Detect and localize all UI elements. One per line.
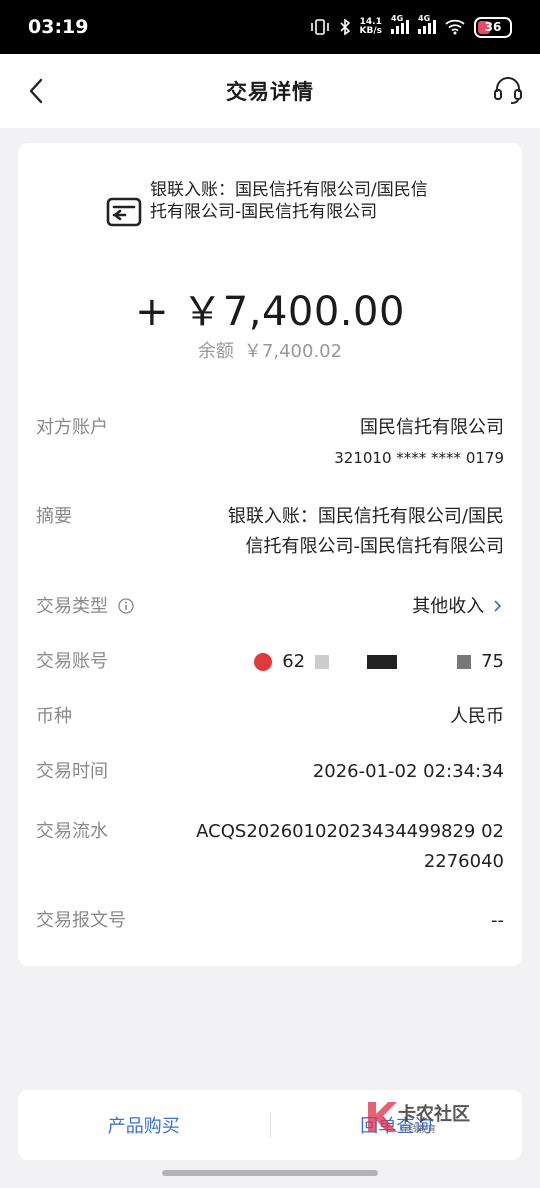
- serial-row: 交易流水 ACQS20260102023434499829 02 2276040: [36, 817, 504, 877]
- account-row: 交易账号 62 75: [36, 647, 504, 677]
- counterparty-name: 国民信托有限公司: [360, 417, 504, 438]
- summary-value: 银联入账：国民信托有限公司/国民 信托有限公司-国民信托有限公司: [228, 502, 504, 562]
- bottom-action-bar: 产品购买 回单查询: [18, 1090, 522, 1160]
- counterparty-account: 321010 **** **** 0179: [334, 449, 504, 467]
- counterparty-value: 国民信托有限公司 321010 **** **** 0179: [334, 413, 504, 473]
- bluetooth-icon: [339, 19, 350, 35]
- receipt-query-button[interactable]: 回单查询: [271, 1112, 523, 1138]
- account-start: 62: [282, 651, 306, 672]
- status-time: 03:19: [28, 16, 89, 38]
- page-title: 交易详情: [226, 80, 314, 104]
- battery-level: 36: [484, 20, 502, 34]
- status-icons: 14.1 KB/s 4G 4G 36: [310, 14, 512, 38]
- headset-icon[interactable]: [492, 74, 524, 106]
- signal-icon: 4G: [418, 14, 436, 34]
- info-icon[interactable]: [118, 598, 134, 614]
- type-row: 交易类型 其他收入: [36, 592, 504, 622]
- type-label-wrap: 交易类型: [36, 592, 134, 622]
- transaction-amount: + ￥7,400.00: [135, 289, 405, 335]
- signal-icon: 4G: [391, 14, 409, 34]
- redaction-block: [367, 655, 398, 669]
- currency-label: 币种: [36, 706, 72, 727]
- message-no-value: --: [491, 910, 504, 931]
- transaction-description: 银联入账：国民信托有限公司/国民信托有限公司-国民信托有限公司: [150, 180, 428, 222]
- account-value: 62 75: [254, 647, 504, 681]
- currency-value: 人民币: [450, 706, 504, 727]
- balance-label: 余额: [197, 341, 234, 362]
- summary-label: 摘要: [36, 506, 72, 527]
- counterparty-label: 对方账户: [36, 417, 108, 438]
- battery-icon: 36: [474, 16, 512, 38]
- type-label: 交易类型: [36, 596, 108, 617]
- currency-row: 币种 人民币: [36, 702, 504, 732]
- type-value: 其他收入: [412, 596, 485, 617]
- time-label: 交易时间: [36, 761, 108, 782]
- account-label: 交易账号: [36, 651, 108, 672]
- wifi-icon: [445, 19, 465, 35]
- serial-line1: ACQS20260102023434499829 02: [196, 821, 504, 842]
- serial-value: ACQS20260102023434499829 02 2276040: [196, 817, 504, 877]
- chevron-left-icon[interactable]: [22, 76, 52, 106]
- summary-line2: 信托有限公司-国民信托有限公司: [245, 536, 505, 557]
- message-no-label: 交易报文号: [36, 910, 126, 931]
- chevron-right-icon: [494, 600, 502, 612]
- unionpay-icon: [254, 653, 273, 671]
- status-bar: 03:19 14.1 KB/s 4G 4G 36: [0, 0, 540, 54]
- transaction-type-link[interactable]: 其他收入: [412, 592, 504, 622]
- serial-line2: 2276040: [423, 851, 504, 872]
- redaction-block: [315, 655, 330, 669]
- account-end: 75: [481, 651, 504, 672]
- time-row: 交易时间 2026-01-02 02:34:34: [36, 757, 504, 787]
- vibrate-icon: [310, 19, 329, 35]
- product-purchase-button[interactable]: 产品购买: [18, 1112, 270, 1138]
- counterparty-row: 对方账户 国民信托有限公司 321010 **** **** 0179: [36, 413, 504, 473]
- redaction-block: [457, 655, 472, 669]
- transaction-card: 银联入账：国民信托有限公司/国民信托有限公司-国民信托有限公司 + ￥7,400…: [18, 143, 522, 966]
- time-value: 2026-01-02 02:34:34: [312, 761, 504, 782]
- message-no-row: 交易报文号 --: [36, 906, 504, 936]
- summary-line1: 银联入账：国民信托有限公司/国民: [227, 506, 504, 527]
- balance: 余额 ￥7,400.02: [18, 337, 522, 363]
- net-speed-unit: KB/s: [359, 26, 382, 36]
- net-speed: 14.1 KB/s: [360, 18, 382, 36]
- balance-value: ￥7,400.02: [243, 341, 343, 362]
- signal-label: 4G: [418, 14, 431, 23]
- summary-row: 摘要 银联入账：国民信托有限公司/国民 信托有限公司-国民信托有限公司: [36, 502, 504, 562]
- signal-label: 4G: [391, 14, 404, 23]
- home-indicator[interactable]: [162, 1170, 378, 1176]
- serial-label: 交易流水: [36, 821, 108, 842]
- masked-account: 62 75: [254, 647, 504, 677]
- nav-bar: 交易详情: [0, 54, 540, 128]
- card-transfer-icon: [106, 197, 142, 227]
